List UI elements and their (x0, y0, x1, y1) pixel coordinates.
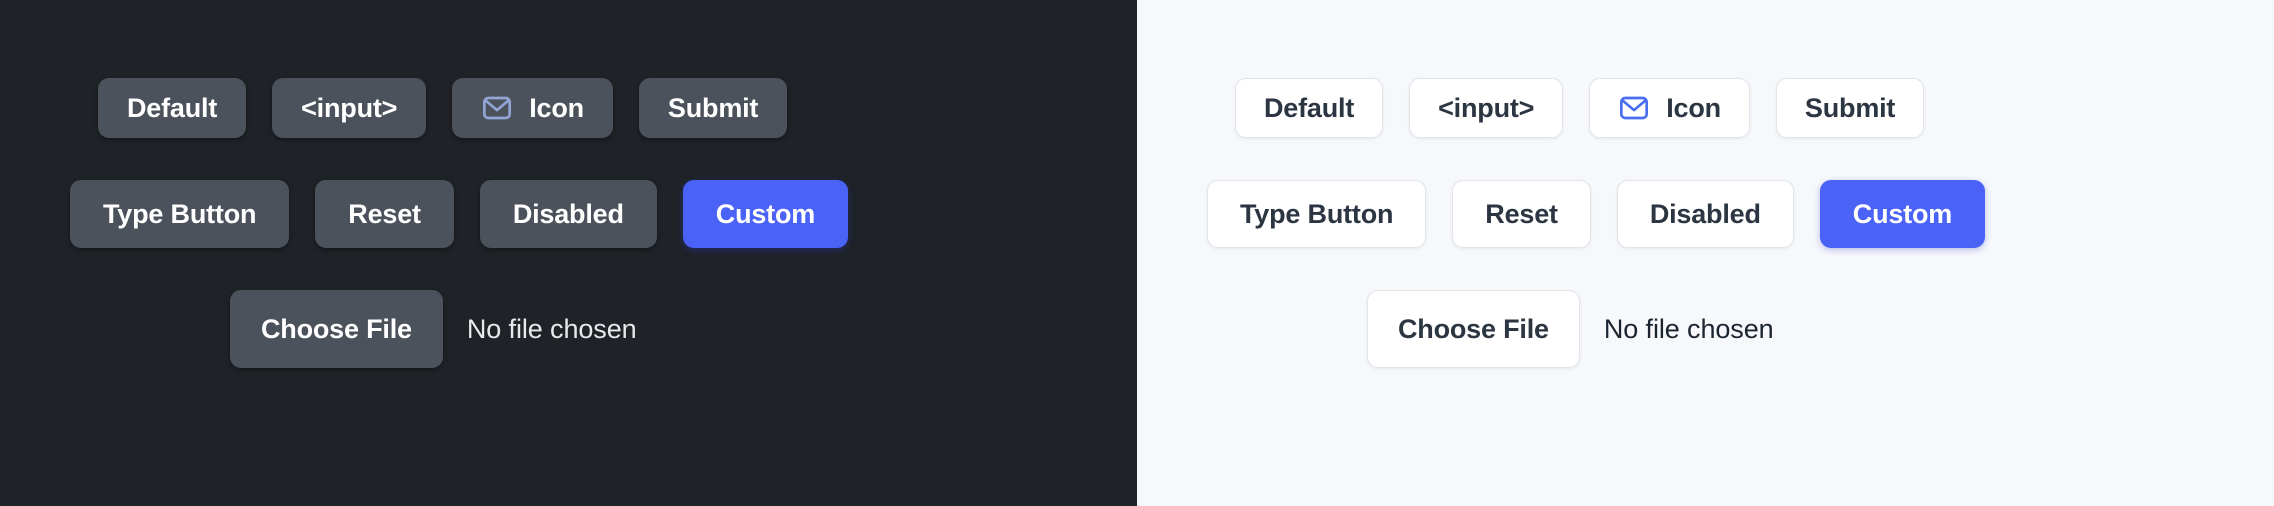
row-file-input: Choose File No file chosen (0, 290, 1137, 368)
button-label: Type Button (1240, 198, 1394, 229)
button-label: Reset (348, 198, 421, 229)
file-status-text: No file chosen (1603, 313, 1774, 344)
button-type-button[interactable]: Type Button (1207, 180, 1427, 248)
button-icon[interactable]: Icon (1589, 78, 1750, 138)
button-reset[interactable]: Reset (315, 180, 454, 248)
button-label: Reset (1485, 198, 1558, 229)
light-theme-panel: Default <input> Icon Submit Type Button Reset… (1137, 0, 2274, 506)
button-input[interactable]: <input> (272, 78, 427, 138)
button-default[interactable]: Default (98, 78, 247, 138)
button-label: Icon (529, 92, 584, 123)
choose-file-button[interactable]: Choose File (230, 290, 443, 368)
button-label: Custom (1852, 198, 1953, 229)
row-primary: Default <input> Icon Submit (1137, 78, 2274, 138)
button-disabled[interactable]: Disabled (1616, 180, 1794, 248)
button-submit[interactable]: Submit (1775, 78, 1925, 138)
button-label: <input> (1438, 92, 1535, 123)
button-label: <input> (301, 92, 398, 123)
row-primary: Default <input> Icon Submit (0, 78, 1137, 138)
button-label: Disabled (512, 198, 624, 229)
row-secondary: Type Button Reset Disabled Custom (1137, 180, 2274, 248)
button-label: Custom (715, 198, 816, 229)
button-label: Disabled (1649, 198, 1761, 229)
button-showcase: Default <input> Icon Submit Type Button Reset… (0, 0, 2274, 506)
button-label: Submit (667, 92, 759, 123)
button-custom[interactable]: Custom (1819, 180, 1986, 248)
row-secondary: Type Button Reset Disabled Custom (0, 180, 1137, 248)
mail-icon (1618, 92, 1650, 124)
button-label: Type Button (103, 198, 257, 229)
row-file-input: Choose File No file chosen (1137, 290, 2274, 368)
button-label: Submit (1804, 92, 1896, 123)
button-reset[interactable]: Reset (1452, 180, 1591, 248)
button-custom[interactable]: Custom (682, 180, 849, 248)
button-type-button[interactable]: Type Button (70, 180, 290, 248)
button-label: Default (127, 92, 218, 123)
button-default[interactable]: Default (1235, 78, 1384, 138)
button-input[interactable]: <input> (1409, 78, 1564, 138)
button-label: Default (1264, 92, 1355, 123)
button-icon[interactable]: Icon (452, 78, 613, 138)
button-submit[interactable]: Submit (638, 78, 788, 138)
mail-icon (481, 92, 513, 124)
button-label: Icon (1666, 92, 1721, 123)
dark-theme-panel: Default <input> Icon Submit Type Button Reset… (0, 0, 1137, 506)
choose-file-button[interactable]: Choose File (1367, 290, 1580, 368)
file-status-text: No file chosen (466, 313, 637, 344)
button-disabled[interactable]: Disabled (479, 180, 657, 248)
